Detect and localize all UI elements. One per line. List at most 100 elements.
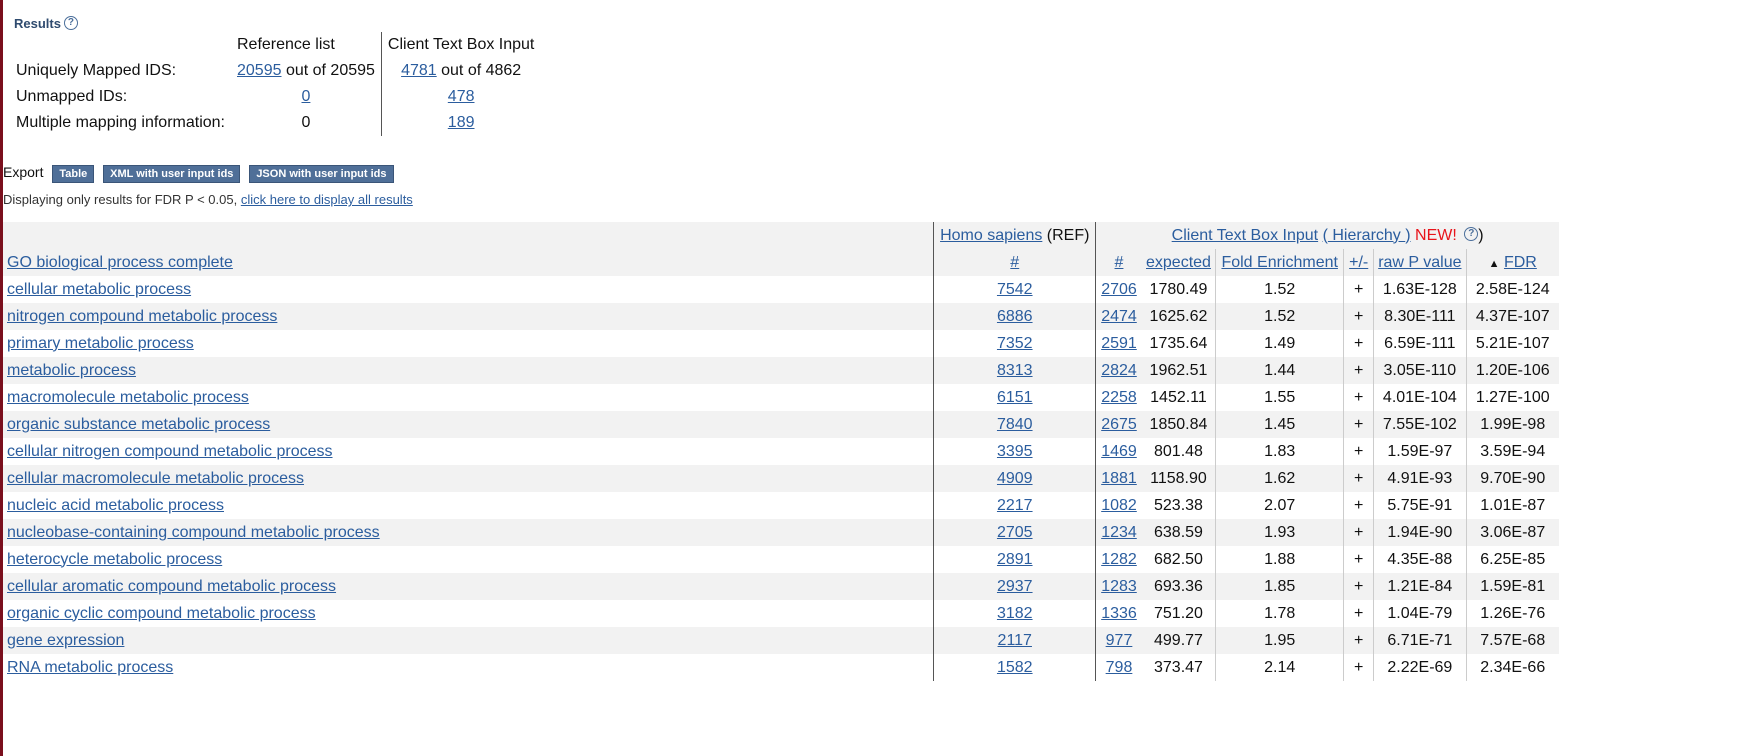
- raw-p-cell: 4.01E-104: [1373, 384, 1466, 411]
- table-row: gene expression 2117 977 499.77 1.95 +6.71E-7…: [3, 627, 1559, 654]
- count-link[interactable]: 2591: [1101, 335, 1137, 352]
- client-analysis-header: Client Text Box Input ( Hierarchy ) NEW!…: [1095, 222, 1559, 249]
- hierarchy-link[interactable]: Hierarchy: [1328, 227, 1405, 244]
- ref-count-link[interactable]: 2705: [997, 524, 1033, 541]
- mapping-client-link[interactable]: 478: [448, 88, 475, 105]
- plus-minus-sort-link[interactable]: +/-: [1349, 254, 1368, 271]
- expected-sort-link[interactable]: expected: [1146, 254, 1211, 271]
- go-term-cell: cellular metabolic process: [3, 276, 934, 303]
- display-all-results-link[interactable]: click here to display all results: [241, 192, 413, 207]
- ref-count-link[interactable]: 7542: [997, 281, 1033, 298]
- go-term-link[interactable]: cellular metabolic process: [7, 281, 191, 298]
- fold-enrichment-sort-link[interactable]: Fold Enrichment: [1221, 254, 1338, 271]
- fdr-cell: 1.59E-81: [1465, 573, 1559, 600]
- mapping-ref-link[interactable]: 20595: [237, 62, 282, 79]
- fdr-sort-link[interactable]: FDR: [1504, 254, 1537, 271]
- close-paren: ): [1478, 226, 1484, 244]
- expected-value: 693.36: [1154, 577, 1203, 595]
- count-link[interactable]: 1881: [1101, 470, 1137, 487]
- count-link[interactable]: 1282: [1101, 551, 1137, 568]
- go-term-link[interactable]: organic substance metabolic process: [7, 416, 270, 433]
- count-link[interactable]: 2824: [1101, 362, 1137, 379]
- count-link[interactable]: 2675: [1101, 416, 1137, 433]
- table-row: metabolic process 8313 2824 1962.51 1.44 +3.0…: [3, 357, 1559, 384]
- expected-cell: 1452.11: [1141, 384, 1216, 411]
- export-xml-button[interactable]: XML with user input ids: [103, 165, 241, 183]
- go-biological-process-link[interactable]: GO biological process complete: [7, 254, 233, 271]
- count-link[interactable]: 1283: [1101, 578, 1137, 595]
- plus-minus-value: +: [1354, 604, 1364, 622]
- ref-count-cell: 2891: [933, 546, 1096, 573]
- ref-count-cell: 3395: [933, 438, 1096, 465]
- ref-count-link[interactable]: 2117: [998, 632, 1032, 649]
- count-link[interactable]: 1469: [1101, 443, 1137, 460]
- go-term-link[interactable]: macromolecule metabolic process: [7, 389, 249, 406]
- go-term-link[interactable]: metabolic process: [7, 362, 136, 379]
- ref-count-cell: 1582: [933, 654, 1096, 681]
- count-link[interactable]: 2706: [1101, 281, 1137, 298]
- ref-count-cell: 7840: [933, 411, 1096, 438]
- export-table-button[interactable]: Table: [52, 165, 95, 183]
- ref-count-link[interactable]: 7352: [997, 335, 1033, 352]
- go-term-link[interactable]: nitrogen compound metabolic process: [7, 308, 277, 325]
- go-term-link[interactable]: primary metabolic process: [7, 335, 194, 352]
- ref-count-link[interactable]: 2217: [997, 497, 1033, 514]
- go-term-link[interactable]: nucleobase-containing compound metabolic…: [7, 524, 380, 541]
- go-term-link[interactable]: gene expression: [7, 632, 124, 649]
- count-link[interactable]: 1234: [1101, 524, 1137, 541]
- help-icon[interactable]: ?: [63, 16, 78, 30]
- mapping-client-link[interactable]: 4781: [401, 62, 437, 79]
- count-link[interactable]: 977: [1106, 632, 1133, 649]
- count-link[interactable]: 798: [1106, 659, 1133, 676]
- ref-count-link[interactable]: 2891: [997, 551, 1033, 568]
- expected-cell: 638.59: [1141, 519, 1216, 546]
- expected-cell: 1735.64: [1141, 330, 1216, 357]
- raw-p-value: 1.63E-128: [1382, 280, 1457, 298]
- go-term-cell: nitrogen compound metabolic process: [3, 303, 934, 330]
- fdr-cell: 7.57E-68: [1465, 627, 1559, 654]
- ref-count-link[interactable]: 3182: [997, 605, 1033, 622]
- count-link[interactable]: 2258: [1101, 389, 1137, 406]
- homo-sapiens-link[interactable]: Homo sapiens: [940, 227, 1042, 244]
- raw-p-value-sort-link[interactable]: raw P value: [1378, 254, 1461, 271]
- mapping-client-link[interactable]: 189: [448, 114, 475, 131]
- expected-value: 1735.64: [1149, 334, 1208, 352]
- mapping-ref-link[interactable]: 0: [302, 88, 311, 105]
- ref-count-link[interactable]: 2937: [997, 578, 1033, 595]
- count-link[interactable]: 1336: [1101, 605, 1137, 622]
- count-sort-link[interactable]: #: [1115, 254, 1124, 271]
- hierarchy-help-icon[interactable]: ?: [1464, 226, 1479, 241]
- ref-count-link[interactable]: 7840: [997, 416, 1033, 433]
- count-link[interactable]: 1082: [1101, 497, 1137, 514]
- ref-count-link[interactable]: 3395: [997, 443, 1033, 460]
- fold-enrichment-cell: 1.55: [1215, 384, 1344, 411]
- expected-value: 499.77: [1154, 631, 1203, 649]
- client-text-box-link[interactable]: Client Text Box Input: [1172, 227, 1318, 244]
- go-term-link[interactable]: organic cyclic compound metabolic proces…: [7, 605, 316, 622]
- count-link[interactable]: 2474: [1101, 308, 1137, 325]
- plus-minus-cell: +: [1343, 573, 1374, 600]
- go-term-link[interactable]: heterocycle metabolic process: [7, 551, 222, 568]
- go-term-link[interactable]: nucleic acid metabolic process: [7, 497, 224, 514]
- go-term-link[interactable]: RNA metabolic process: [7, 659, 173, 676]
- ref-count-link[interactable]: 1582: [997, 659, 1033, 676]
- ref-count-link[interactable]: 6886: [997, 308, 1033, 325]
- results-title-text: Results: [14, 16, 61, 31]
- ref-count-link[interactable]: 8313: [997, 362, 1033, 379]
- raw-p-cell: 1.21E-84: [1373, 573, 1466, 600]
- ref-count-link[interactable]: 6151: [997, 389, 1033, 406]
- go-term-link[interactable]: cellular macromolecule metabolic process: [7, 470, 304, 487]
- go-term-link[interactable]: cellular nitrogen compound metabolic pro…: [7, 443, 333, 460]
- plus-minus-value: +: [1354, 523, 1364, 541]
- ref-count-link[interactable]: 4909: [997, 470, 1033, 487]
- fdr-cell: 1.27E-100: [1465, 384, 1559, 411]
- fdr-cell: 2.34E-66: [1465, 654, 1559, 681]
- go-term-link[interactable]: cellular aromatic compound metabolic pro…: [7, 578, 336, 595]
- fold-enrichment-cell: 1.52: [1215, 276, 1344, 303]
- table-row: nucleic acid metabolic process 2217 1082 52…: [3, 492, 1559, 519]
- export-json-button[interactable]: JSON with user input ids: [249, 165, 394, 183]
- plus-minus-value: +: [1354, 631, 1364, 649]
- fdr-note: Displaying only results for FDR P < 0.05…: [3, 192, 413, 207]
- ref-count-sort-link[interactable]: #: [1010, 254, 1019, 271]
- header-row-1: Homo sapiens (REF) Client Text Box Input…: [3, 222, 1559, 249]
